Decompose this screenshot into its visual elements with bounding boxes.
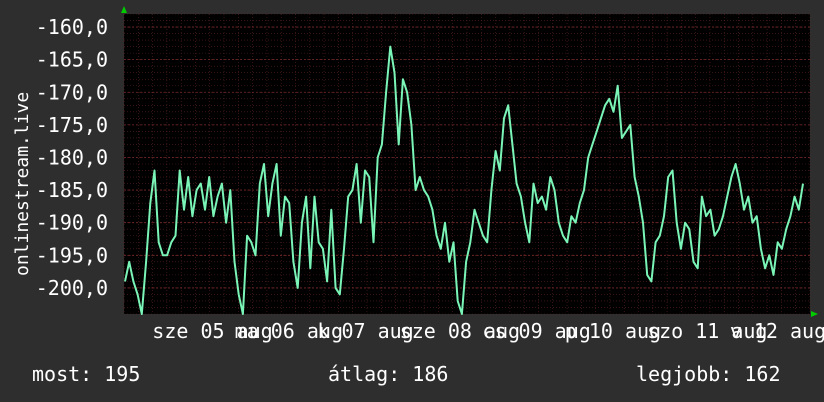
y-tick-label: -160,0 — [36, 15, 108, 39]
y-axis-label: onlinestream.live — [12, 91, 33, 276]
x-axis-arrow-icon — [811, 311, 818, 317]
stat-current: most: 195 — [32, 362, 141, 386]
y-tick-labels: -160,0 -165,0 -170,0 -175,0 -180,0 -185,0 -190… — [36, 15, 108, 300]
y-tick-label: -170,0 — [36, 80, 108, 104]
y-tick-label: -200,0 — [36, 276, 108, 300]
y-tick-label: -195,0 — [36, 243, 108, 267]
y-tick-label: -165,0 — [36, 48, 108, 72]
line-chart: -160,0 -165,0 -170,0 -175,0 -180,0 -185,0 -190… — [36, 6, 824, 343]
x-tick-labels: sze 05 augma 06 augk 07 augsze 08 augcs … — [152, 319, 824, 343]
y-tick-label: -175,0 — [36, 113, 108, 137]
stat-best: legjobb: 162 — [636, 362, 781, 386]
y-axis-arrow-icon — [121, 6, 127, 13]
y-tick-label: -185,0 — [36, 178, 108, 202]
y-tick-label: -190,0 — [36, 211, 108, 235]
stat-average: átlag: 186 — [328, 362, 449, 386]
x-tick-label: v 12 aug — [730, 319, 824, 343]
y-tick-label: -180,0 — [36, 145, 108, 169]
